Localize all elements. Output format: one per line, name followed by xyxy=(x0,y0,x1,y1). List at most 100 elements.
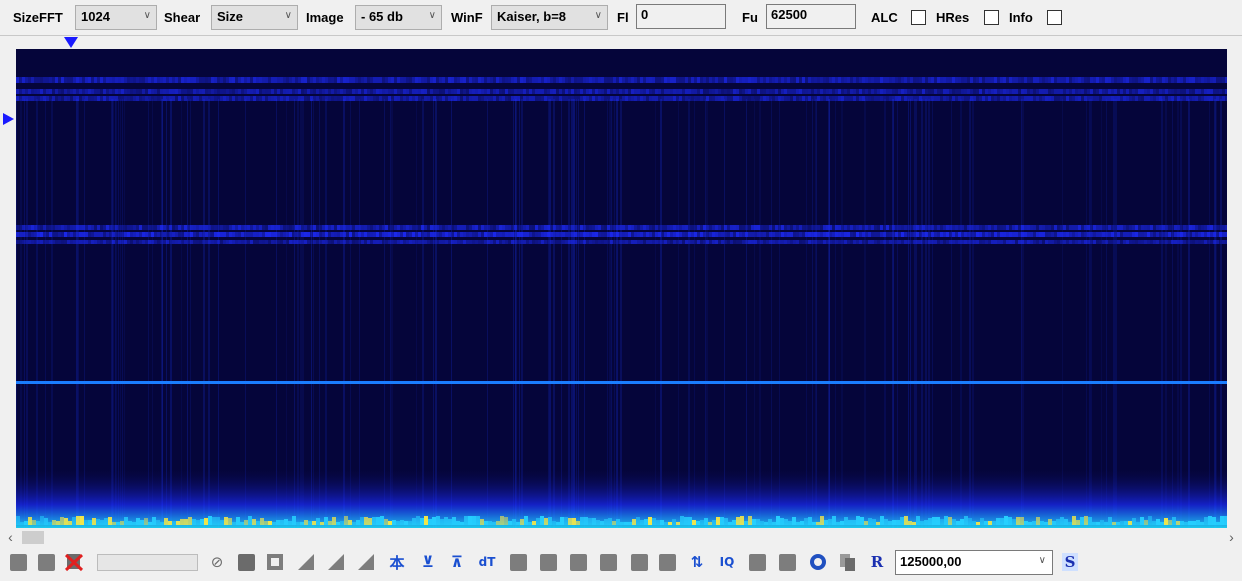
noise-floor-cell xyxy=(908,521,912,525)
signal-band-mid xyxy=(427,225,430,230)
noise-floor-cell xyxy=(604,519,608,525)
spectrum-streak xyxy=(170,99,172,528)
signal-band-mid xyxy=(493,240,496,244)
shear-select[interactable]: Size ∨ xyxy=(211,5,298,30)
noise-floor-cell xyxy=(228,518,232,525)
tool-button-23[interactable] xyxy=(777,552,797,572)
noise-floor-cell xyxy=(972,521,976,525)
signal-band-top xyxy=(388,77,391,83)
scroll-thumb[interactable] xyxy=(22,531,44,544)
signal-band-mid xyxy=(622,232,625,237)
signal-band-top xyxy=(523,77,526,83)
shape-button-1[interactable] xyxy=(296,552,316,572)
time-marker-icon[interactable] xyxy=(64,37,78,48)
signal-band-top xyxy=(910,96,913,101)
signal-band-mid xyxy=(718,240,721,244)
cancel-button[interactable]: ⊘ xyxy=(207,552,227,572)
compress-button[interactable]: ⊻ xyxy=(418,552,438,572)
tool-button-22[interactable] xyxy=(747,552,767,572)
noise-floor-cell xyxy=(448,519,452,525)
tool-button-16[interactable] xyxy=(568,552,588,572)
tool-button-2[interactable] xyxy=(36,552,56,572)
hres-checkbox[interactable] xyxy=(984,10,999,25)
signal-band-top xyxy=(349,96,352,101)
noise-floor-cell xyxy=(80,516,84,525)
signal-band-top xyxy=(406,89,409,94)
signal-band-top xyxy=(835,96,838,101)
stretch-button[interactable]: 本 xyxy=(387,552,407,572)
copy-button[interactable] xyxy=(838,552,858,572)
signal-band-top xyxy=(304,89,307,94)
signal-band-top xyxy=(67,77,70,83)
signal-band-top xyxy=(1111,77,1114,83)
signal-band-top xyxy=(751,89,754,94)
signal-band-top xyxy=(1027,89,1030,94)
signal-band-top xyxy=(103,77,106,83)
scroll-left-icon[interactable]: ‹ xyxy=(2,529,19,546)
signal-band-top xyxy=(1054,96,1057,101)
settings-button[interactable] xyxy=(808,552,828,572)
signal-band-top xyxy=(604,96,607,101)
spectrogram-view[interactable] xyxy=(16,49,1227,528)
signal-band-mid xyxy=(694,225,697,230)
shape-button-2[interactable] xyxy=(326,552,346,572)
spectrum-streak xyxy=(433,99,434,528)
frame-button[interactable] xyxy=(265,552,285,572)
signal-band-mid xyxy=(463,240,466,244)
r-button[interactable]: R xyxy=(867,552,887,572)
signal-band-top xyxy=(55,89,58,94)
fl-input[interactable]: 0 xyxy=(636,4,726,29)
signal-band-top xyxy=(925,89,928,94)
swap-button[interactable]: ⇅ xyxy=(687,552,707,572)
signal-band-top xyxy=(808,89,811,94)
info-checkbox[interactable] xyxy=(1047,10,1062,25)
signal-band-mid xyxy=(436,232,439,237)
signal-band-mid xyxy=(874,240,877,244)
tool-button-19[interactable] xyxy=(657,552,677,572)
tool-button-18[interactable] xyxy=(629,552,649,572)
sizefft-select[interactable]: 1024 ∨ xyxy=(75,5,157,30)
winf-select[interactable]: Kaiser, b=8 ∨ xyxy=(491,5,608,30)
signal-band-mid xyxy=(688,232,691,237)
shape-button-3[interactable] xyxy=(356,552,376,572)
signal-band-mid xyxy=(238,240,241,244)
delete-button[interactable] xyxy=(64,552,84,572)
scroll-right-icon[interactable]: › xyxy=(1223,529,1240,546)
signal-band-mid xyxy=(1168,225,1171,230)
tool-button-15[interactable] xyxy=(538,552,558,572)
sample-rate-select[interactable]: 125000,00 ∨ xyxy=(895,550,1053,575)
window-button[interactable] xyxy=(236,552,256,572)
signal-band-top xyxy=(664,96,667,101)
dt-button[interactable]: dT xyxy=(477,552,497,572)
iq-button[interactable]: IQ xyxy=(717,552,737,572)
horizontal-scrollbar[interactable]: ‹ › xyxy=(0,529,1242,546)
s-button[interactable]: S xyxy=(1060,552,1080,572)
fu-input[interactable]: 62500 xyxy=(766,4,856,29)
noise-floor-cell xyxy=(1052,521,1056,525)
signal-band-mid xyxy=(1018,232,1021,237)
signal-band-mid xyxy=(109,232,112,237)
signal-band-top xyxy=(694,77,697,83)
signal-band-mid xyxy=(529,225,532,230)
frequency-marker-icon[interactable] xyxy=(3,113,14,125)
noise-floor-cell xyxy=(316,518,320,525)
image-select[interactable]: - 65 db ∨ xyxy=(355,5,442,30)
tool-button-1[interactable] xyxy=(8,552,28,572)
fit-button[interactable]: ⊼ xyxy=(447,552,467,572)
signal-band-top xyxy=(988,89,991,94)
signal-band-mid xyxy=(418,232,421,237)
signal-band-top xyxy=(508,77,511,83)
signal-band-mid xyxy=(415,232,418,237)
tool-button-17[interactable] xyxy=(598,552,618,572)
signal-band-mid xyxy=(976,225,979,230)
signal-band-top xyxy=(79,96,82,101)
signal-band-mid xyxy=(565,225,568,230)
signal-band-top xyxy=(661,77,664,83)
alc-checkbox[interactable] xyxy=(911,10,926,25)
signal-band-mid xyxy=(376,240,379,244)
signal-band-top xyxy=(553,96,556,101)
signal-band-mid xyxy=(625,240,628,244)
signal-band-mid xyxy=(961,225,964,230)
signal-band-top xyxy=(505,96,508,101)
tool-button-14[interactable] xyxy=(508,552,528,572)
